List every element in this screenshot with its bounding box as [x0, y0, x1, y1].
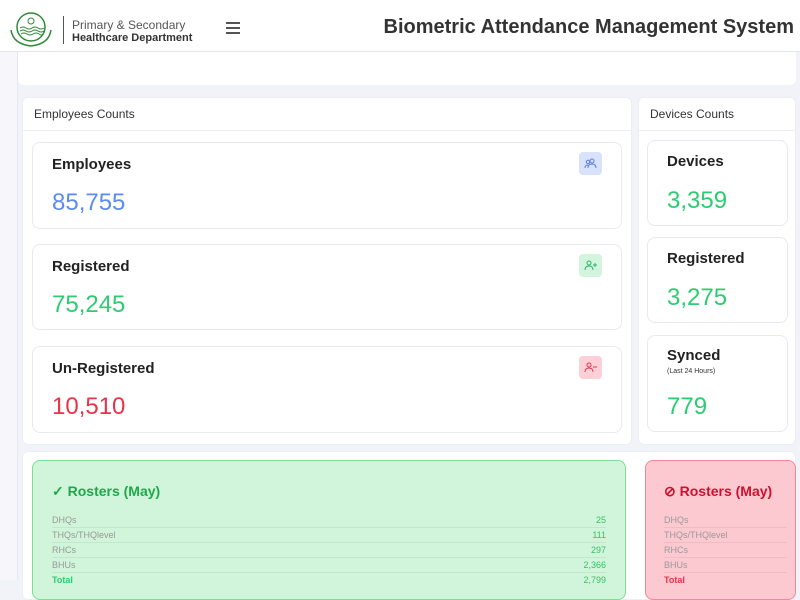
- card-value: 85,755: [52, 189, 126, 216]
- row-label: THQs/THQlevel: [52, 530, 116, 540]
- org-name-line2: Healthcare Department: [72, 32, 193, 44]
- total-label: Total: [664, 575, 685, 585]
- check-icon: ✓: [52, 483, 68, 499]
- top-card: [18, 52, 796, 85]
- users-icon: [579, 152, 602, 175]
- punjab-logo: [10, 12, 52, 47]
- org-name-line1: Primary & Secondary: [72, 18, 186, 32]
- card-value: 779: [667, 393, 708, 420]
- ban-icon: ⊘: [664, 483, 680, 499]
- unregistered-employees-card: Un-Registered 10,510: [32, 346, 622, 433]
- rosters-title: Rosters (May): [679, 483, 773, 499]
- roster-total-row: Total: [664, 573, 787, 588]
- row-value: 111: [592, 530, 606, 540]
- total-label: Total: [52, 575, 73, 585]
- roster-row: THQs/THQlevel: [664, 528, 787, 543]
- roster-row: RHCs: [664, 543, 787, 558]
- user-plus-icon: [579, 254, 602, 277]
- registered-devices-card: Registered 3,275: [647, 237, 788, 323]
- page-title: Biometric Attendance Management System: [383, 16, 794, 38]
- row-label: RHCs: [664, 545, 688, 555]
- card-value: 3,275: [667, 284, 728, 311]
- roster-row: RHCs 297: [52, 543, 606, 558]
- card-label: Registered: [667, 250, 745, 267]
- card-label: Synced: [667, 347, 721, 364]
- row-label: THQs/THQlevel: [664, 530, 728, 540]
- total-value: 2,799: [583, 575, 606, 585]
- card-sublabel: (Last 24 Hours): [667, 368, 716, 375]
- user-minus-icon: [579, 356, 602, 379]
- card-label: Employees: [52, 156, 132, 173]
- card-label: Registered: [52, 258, 130, 275]
- roster-total-row: Total 2,799: [52, 573, 606, 588]
- rosters-title: Rosters (May): [67, 483, 161, 499]
- card-value: 3,359: [667, 187, 728, 214]
- card-label: Un-Registered: [52, 360, 155, 377]
- hamburger-menu-icon[interactable]: [226, 22, 240, 34]
- card-value: 10,510: [52, 393, 126, 420]
- row-label: DHQs: [664, 515, 689, 525]
- synced-devices-card: Synced (Last 24 Hours) 779: [647, 335, 788, 432]
- employees-panel-title: Employees Counts: [23, 98, 631, 131]
- row-label: RHCs: [52, 545, 76, 555]
- roster-row: THQs/THQlevel 111: [52, 528, 606, 543]
- registered-employees-card: Registered 75,245: [32, 244, 622, 330]
- row-label: BHUs: [52, 560, 76, 570]
- sidebar: [0, 52, 18, 580]
- devices-card: Devices 3,359: [647, 140, 788, 226]
- rosters-missing-card: ⊘ Rosters (May) DHQs THQs/THQlevel RHCs …: [645, 460, 796, 600]
- employees-card: Employees 85,755: [32, 142, 622, 229]
- devices-panel-title: Devices Counts: [639, 98, 795, 131]
- divider: [63, 16, 64, 44]
- app-header: Primary & Secondary Healthcare Departmen…: [0, 0, 800, 52]
- row-value: 297: [590, 545, 606, 555]
- row-label: DHQs: [52, 515, 77, 525]
- roster-row: DHQs: [664, 513, 787, 528]
- row-value: 25: [595, 515, 606, 525]
- roster-row: BHUs 2,366: [52, 558, 606, 573]
- roster-row: BHUs: [664, 558, 787, 573]
- card-value: 75,245: [52, 291, 126, 318]
- card-label: Devices: [667, 153, 724, 170]
- roster-row: DHQs 25: [52, 513, 606, 528]
- row-value: 2,366: [583, 560, 606, 570]
- rosters-done-card: ✓ Rosters (May) DHQs 25 THQs/THQlevel 111 …: [32, 460, 626, 600]
- row-label: BHUs: [664, 560, 688, 570]
